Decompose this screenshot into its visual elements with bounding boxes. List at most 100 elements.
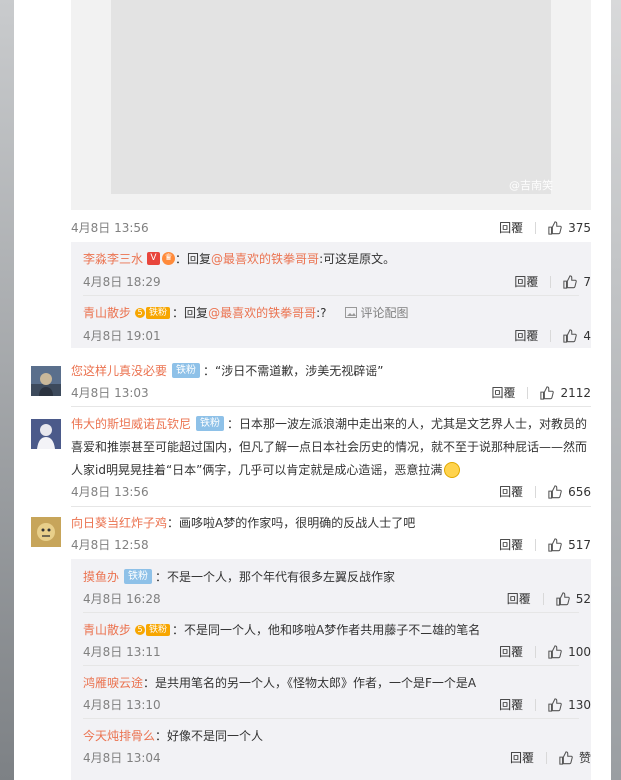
reply-button[interactable]: 回覆 [514,327,538,344]
reply-text: :? [316,305,327,320]
like-count: 100 [568,644,591,659]
divider [535,221,537,234]
comment-image-label: 评论配图 [360,306,409,320]
post-actions: 回覆 375 [499,219,591,236]
reply-item: 青山散步 5 铁粉 ： 不是同一个人，他和哆啦A梦作者共用藤子不二雄的笔名 [83,621,480,638]
reply-prefix: 回复 [184,306,209,320]
image-watermark: @吉南笑 [509,179,553,192]
row-divider [71,406,591,407]
comment-actions: 回覆 656 [499,483,591,500]
thumbs-up-icon [556,591,570,606]
reply-time: 4月8日 13:11 [83,645,161,659]
reply-sep: ： [172,306,185,320]
reply-text: 不是一个人，那个年代有很多左翼反战作家 [167,570,396,584]
reply-actions: 回覆 100 [499,643,591,660]
verified-icon: V [147,252,161,265]
divider [550,275,552,288]
comment-text-line1: 日本那一波左派浪潮中走出来的人，尤其是文艺界人士，对教员的 [239,417,588,431]
fan-label: 铁粉 [146,623,171,636]
reply-actions: 回覆 52 [507,590,591,607]
like-count: 4 [583,328,591,343]
row-divider [71,506,591,507]
reply-button[interactable]: 回覆 [499,696,523,713]
avatar[interactable] [31,419,61,449]
like-button[interactable]: 656 [548,485,591,499]
reply-time: 4月8日 19:01 [83,329,161,343]
like-count: 2112 [560,385,591,400]
row-divider [83,665,579,666]
fan-badge: 铁粉 [196,416,225,431]
reply-meta: 4月8日 18:29 [83,273,161,290]
thumbs-up-icon [548,697,562,712]
reply-time: 4月8日 18:29 [83,275,161,289]
like-count: 656 [568,484,591,499]
like-count: 130 [568,697,591,712]
reply-button[interactable]: 回覆 [507,590,531,607]
like-count: 375 [568,220,591,235]
thumbs-up-icon [559,750,573,765]
reply-meta: 4月8日 13:10 [83,696,161,713]
reply-button[interactable]: 回覆 [491,384,515,401]
reply-item: 青山散步 5 铁粉 ： 回复 @最喜欢的铁拳哥哥 :? 评论配图 [83,304,409,321]
comment-text: “涉日不需道歉，涉美无视辟谣” [215,364,384,378]
like-button[interactable]: 52 [556,592,591,606]
username-link[interactable]: 摸鱼办 [83,568,119,585]
comment-item: 伟大的斯坦威诺瓦钦尼 铁粉 ： 日本那一波左派浪潮中走出来的人，尤其是文艺界人士… [71,415,587,432]
post-image-content [111,0,551,194]
divider [535,698,537,711]
comment-sep: ： [227,417,240,431]
thumbs-up-icon [563,274,578,289]
username-link[interactable]: 李淼李三水 [83,250,143,267]
like-button[interactable]: 375 [548,221,591,235]
like-button[interactable]: 2112 [540,386,591,400]
like-button[interactable]: 赞 [559,749,591,766]
avatar[interactable] [31,517,61,547]
reply-button[interactable]: 回覆 [499,483,523,500]
reply-meta: 4月8日 16:28 [83,590,161,607]
comment-time: 4月8日 12:58 [71,538,149,552]
reply-time: 4月8日 16:28 [83,592,161,606]
like-button[interactable]: 517 [548,538,591,552]
username-link[interactable]: 鸿雁唳云途 [83,674,143,691]
comment-image-link[interactable]: 评论配图 [344,304,409,321]
comment-item: 您这样儿真没必要 铁粉 ： “涉日不需道歉，涉美无视辟谣” [71,362,383,379]
like-button[interactable]: 100 [548,645,591,659]
like-button[interactable]: 4 [563,329,591,343]
username-link[interactable]: 青山散步 [83,621,131,638]
reply-item: 鸿雁唳云途 ： 是共用笔名的另一个人，《怪物太郎》作者，一个是F一个是A [83,674,476,691]
username-link[interactable]: 青山散步 [83,304,131,321]
reply-actions: 回覆 赞 [510,749,591,766]
fan-label: 铁粉 [146,306,171,319]
reply-sep: ： [175,252,188,266]
thumbs-up-icon [540,385,555,400]
reply-button[interactable]: 回覆 [514,273,538,290]
post-image[interactable]: @吉南笑 [71,0,591,210]
username-link[interactable]: 向日葵当红炸子鸡 [71,514,167,531]
post-time: 4月8日 13:56 [71,221,149,235]
username-link[interactable]: 您这样儿真没必要 [71,362,167,379]
reply-item: 今天炖排骨么 ： 好像不是同一个人 [83,727,263,744]
mention-link[interactable]: @最喜欢的铁拳哥哥 [211,250,319,267]
divider [550,329,552,342]
reply-text: :可这是原文。 [319,252,396,266]
avatar-image [31,419,61,449]
username-link[interactable]: 伟大的斯坦威诺瓦钦尼 [71,415,191,432]
reply-button[interactable]: 回覆 [499,643,523,660]
username-link[interactable]: 今天炖排骨么 [83,727,155,744]
reply-sep: ： [155,570,168,584]
like-button[interactable]: 7 [563,275,591,289]
reply-time: 4月8日 13:04 [83,751,161,765]
reply-item: 摸鱼办 铁粉 ： 不是一个人，那个年代有很多左翼反战作家 [83,568,395,585]
comment-time: 4月8日 13:56 [71,485,149,499]
like-button[interactable]: 130 [548,698,591,712]
reply-button[interactable]: 回覆 [499,536,523,553]
reply-button[interactable]: 回覆 [510,749,534,766]
reply-text: 不是同一个人，他和哆啦A梦作者共用藤子不二雄的笔名 [184,623,481,637]
mention-link[interactable]: @最喜欢的铁拳哥哥 [208,304,316,321]
avatar[interactable] [31,366,61,396]
like-count: 7 [583,274,591,289]
comment-meta: 4月8日 13:03 [71,384,149,401]
reply-button[interactable]: 回覆 [499,219,523,236]
fan-badge: 5 铁粉 [135,306,171,319]
divider [527,386,529,399]
